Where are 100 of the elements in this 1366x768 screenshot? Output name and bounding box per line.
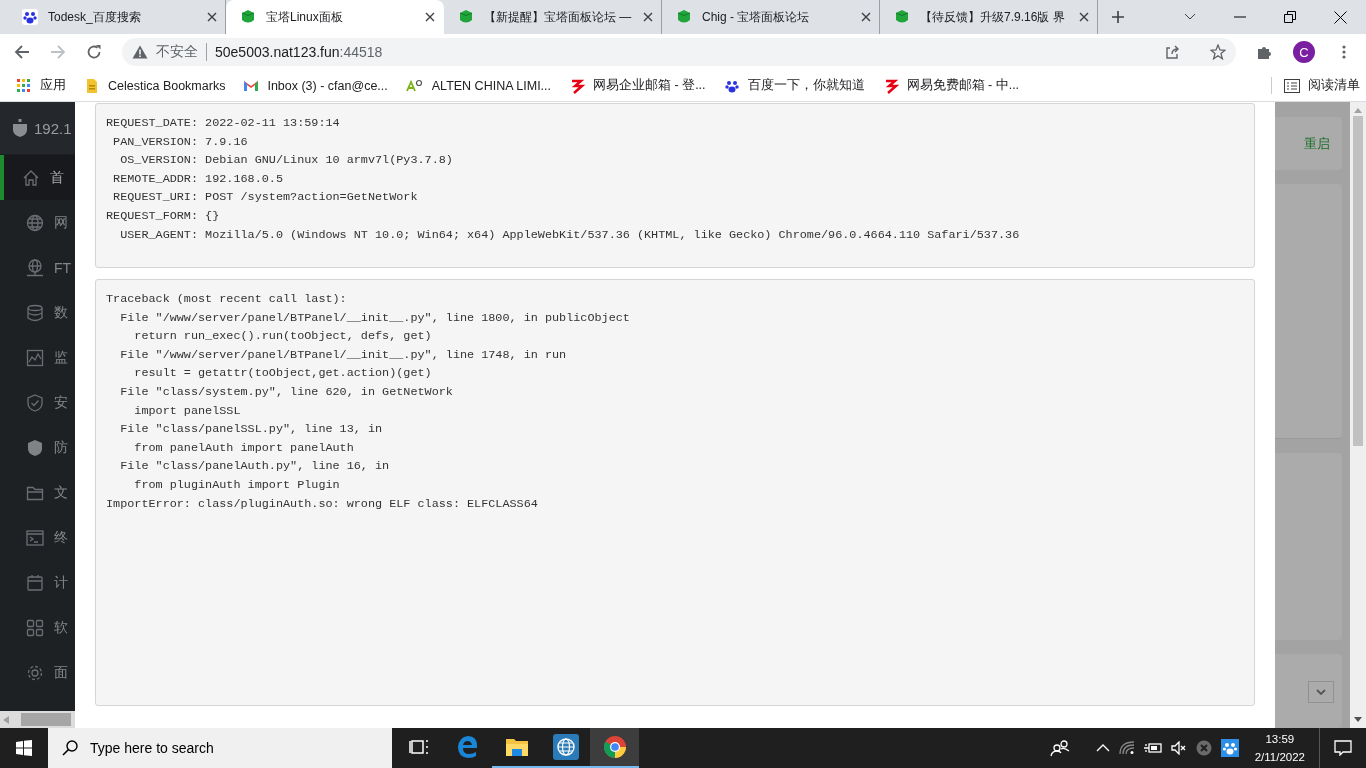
bookmark-folder-icon: [84, 77, 100, 94]
close-icon[interactable]: [643, 12, 653, 22]
browser-tab[interactable]: 宝塔Linux面板: [226, 0, 444, 34]
profile-avatar[interactable]: C: [1293, 41, 1315, 63]
bookmark[interactable]: Inbox (3) - cfan@ce...: [243, 77, 388, 94]
close-icon[interactable]: [1334, 10, 1347, 24]
new-tab-icon[interactable]: [1111, 10, 1125, 24]
wifi-icon[interactable]: [1118, 741, 1135, 755]
puzzle-icon[interactable]: [1256, 44, 1272, 60]
taskbar-app[interactable]: [590, 728, 639, 768]
shield-icon: [676, 9, 692, 25]
nav-item[interactable]: 软: [0, 605, 75, 650]
clock[interactable]: 13:59 2/11/2022: [1246, 728, 1319, 768]
clock-date: 2/11/2022: [1254, 750, 1305, 765]
code-line: return run_exec().run(toObject, defs, get): [133, 329, 432, 344]
chart-icon: [26, 348, 44, 367]
code-line: OS_VERSION: Debian GNU/Linux 10 armv7l(Py3.7.8): [119, 153, 453, 168]
bookmark[interactable]: ALTEN CHINA LIMI...: [405, 77, 552, 94]
chevron-down-icon[interactable]: [1184, 13, 1196, 21]
search-icon: [62, 740, 78, 756]
shield-check-icon: [26, 393, 44, 412]
bookmark[interactable]: Celestica Bookmarks: [84, 77, 226, 94]
gear-icon: [26, 663, 44, 682]
browser-tab[interactable]: Chig - 宝塔面板论坛: [662, 0, 880, 34]
list-icon: [1284, 78, 1300, 93]
code-line: REQUEST_URI: POST /system?action=GetNetWork: [112, 190, 418, 205]
code-line: File "class/panelSSL.py", line 13, in: [119, 422, 383, 437]
nav-item[interactable]: 网: [0, 200, 75, 245]
server-address: 192.1: [34, 119, 72, 137]
close-icon[interactable]: [1079, 12, 1089, 22]
nav-item[interactable]: 监: [0, 335, 75, 380]
nav-item[interactable]: 面: [0, 650, 75, 695]
restore-icon[interactable]: [1284, 11, 1296, 23]
bookmark[interactable]: 网易免费邮箱 - 中...: [882, 77, 1020, 94]
reading-list-link[interactable]: 阅读清单: [1308, 77, 1360, 94]
code-line: USER_AGENT: Mozilla/5.0 (Windows NT 10.0; Win64; x64) AppleWebKit/537.36 (KHTML, like Gecko) Chrome/96.0.4664.110 Safari/537.36: [119, 227, 1020, 242]
search-field[interactable]: Type here to search: [48, 728, 392, 768]
globe-app-icon: [552, 734, 579, 760]
dropdown-select[interactable]: [1308, 681, 1334, 703]
clock-time: 13:59: [1265, 732, 1295, 747]
nav-item[interactable]: 防: [0, 425, 75, 470]
nav-item[interactable]: FT: [0, 245, 75, 290]
notification-icon[interactable]: [1334, 740, 1352, 756]
code-line: File "/www/server/panel/BTPanel/__init__.py", line 1800, in publicObject: [119, 310, 630, 325]
address-field[interactable]: 50e5003.nat123.fun:44518: [215, 44, 383, 60]
nav-item[interactable]: 计: [0, 560, 75, 605]
close-icon[interactable]: [425, 12, 435, 22]
code-line: REQUEST_FORM: {}: [106, 208, 220, 223]
reload-icon[interactable]: [86, 44, 102, 60]
browser-tab[interactable]: Todesk_百度搜索: [8, 0, 226, 34]
close-icon[interactable]: [861, 12, 871, 22]
netease-logo-icon: [569, 77, 586, 94]
chrome-logo-icon: [602, 735, 627, 759]
nav-item[interactable]: 文: [0, 470, 75, 515]
windows-logo-icon[interactable]: [16, 740, 32, 756]
code-line: File "class/panelAuth.py", line 16, in: [119, 459, 390, 474]
code-line: import panelSSL: [133, 403, 241, 418]
alten-logo-icon: [405, 77, 424, 94]
folder-icon: [504, 736, 529, 758]
apps-grid-icon: [16, 77, 32, 94]
code-line: ImportError: class/pluginAuth.so: wrong ELF class: ELFCLASS64: [106, 496, 538, 511]
nav-item[interactable]: 安: [0, 380, 75, 425]
database-icon: [26, 303, 44, 322]
paw-icon[interactable]: [1220, 739, 1239, 757]
e-logo-icon: [455, 735, 480, 759]
nav-item[interactable]: 终: [0, 515, 75, 560]
people-icon[interactable]: [1049, 739, 1070, 757]
shield-icon: [458, 9, 474, 25]
code-line: from panelAuth import panelAuth: [133, 440, 354, 455]
home-icon: [22, 168, 40, 187]
terminal-icon: [26, 528, 44, 547]
browser-tab[interactable]: 【新提醒】宝塔面板论坛 —: [444, 0, 662, 34]
nav-item[interactable]: 数: [0, 290, 75, 335]
code-line: File "class/system.py", line 620, in GetNetWork: [119, 384, 453, 399]
security-label[interactable]: 不安全: [156, 43, 207, 61]
scrollbar-thumb[interactable]: [1353, 116, 1363, 446]
shield-icon: [26, 438, 44, 457]
star-icon[interactable]: [1210, 44, 1226, 60]
muted-speaker-icon[interactable]: [1170, 741, 1187, 755]
ship-logo-icon: [12, 119, 28, 137]
task-view-icon: [408, 737, 429, 757]
scroll-down-icon[interactable]: [1354, 717, 1362, 722]
grid-icon: [26, 618, 44, 637]
paw-icon: [22, 9, 38, 25]
close-icon[interactable]: [207, 12, 217, 22]
browser-tab[interactable]: 【待反馈】升级7.9.16版 界: [880, 0, 1098, 34]
shield-icon: [240, 9, 256, 25]
bookmark[interactable]: 百度一下，你就知道: [723, 77, 865, 94]
x-circle-icon[interactable]: [1195, 740, 1212, 756]
globe-icon: [26, 213, 44, 232]
share-icon[interactable]: [1164, 44, 1180, 60]
nav-item[interactable]: 首: [0, 155, 75, 200]
bookmark[interactable]: 网易企业邮箱 - 登...: [569, 77, 706, 94]
back-arrow-icon[interactable]: [14, 44, 30, 60]
scrollbar-thumb[interactable]: [21, 713, 71, 726]
code-line: File "/www/server/panel/BTPanel/__init__.py", line 1748, in run: [119, 347, 567, 362]
battery-plug-icon[interactable]: [1143, 742, 1162, 754]
code-line: REQUEST_DATE: 2022-02-11 13:59:14: [106, 116, 340, 130]
chevron-up-icon[interactable]: [1095, 744, 1110, 752]
bookmark[interactable]: 应用: [16, 77, 66, 94]
